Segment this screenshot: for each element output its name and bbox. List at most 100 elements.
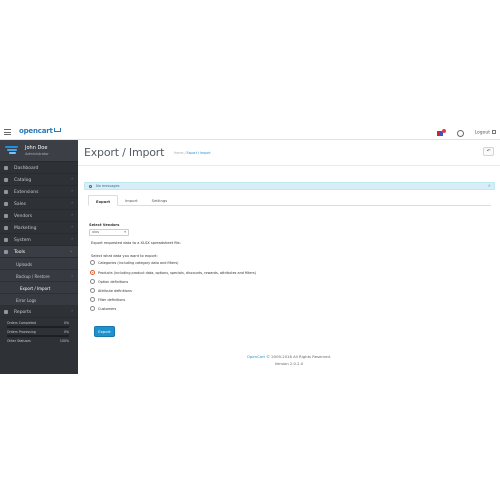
- cog-icon: [4, 238, 8, 242]
- order-stats: Orders Completed 0% Orders Processing 0% O…: [0, 318, 78, 348]
- sidebar-item-dashboard[interactable]: Dashboard: [0, 162, 78, 174]
- export-button[interactable]: Export: [94, 326, 115, 337]
- sidebar-item-label: Tools: [14, 249, 26, 255]
- tab-export[interactable]: Export: [88, 195, 119, 206]
- chevron-right-icon: ›: [71, 309, 73, 314]
- settings-gear-icon[interactable]: [456, 129, 464, 137]
- sidebar-subitem-label: Uploads: [16, 261, 33, 267]
- radio-label: Products (including product data, option…: [98, 270, 256, 275]
- radio-button[interactable]: [90, 288, 95, 293]
- sidebar-item-tools[interactable]: Tools ⌄: [0, 246, 78, 258]
- radio-label: Filter definitions: [98, 297, 126, 302]
- option-categories[interactable]: Categories (including category data and …: [90, 259, 178, 266]
- stat-progress-bar: [7, 326, 69, 328]
- radio-label: Option definitions: [98, 279, 129, 284]
- logout-icon: [492, 130, 496, 135]
- breadcrumb-home[interactable]: Home: [174, 151, 183, 155]
- chevron-right-icon: ›: [71, 225, 73, 230]
- sidebar-item-label: Sales: [14, 201, 26, 207]
- sidebar-item-sales[interactable]: Sales ›: [0, 198, 78, 210]
- option-option-definitions[interactable]: Option definitions: [90, 278, 128, 285]
- footer-copyright: OpenCart © 2009-2016 All Rights Reserved…: [78, 354, 500, 359]
- breadcrumb-separator: /: [184, 151, 186, 155]
- bar-chart-icon: [4, 310, 8, 314]
- sidebar-item-extensions[interactable]: Extensions ›: [0, 186, 78, 198]
- sidebar-subitem-error-logs[interactable]: Error Logs: [0, 294, 78, 306]
- chevron-down-icon: ⌄: [69, 249, 73, 254]
- radio-button[interactable]: [90, 260, 95, 265]
- tab-import[interactable]: Import: [118, 195, 145, 206]
- menu-toggle-icon[interactable]: [4, 129, 11, 135]
- stat-value: 0%: [63, 321, 69, 325]
- sidebar-item-reports[interactable]: Reports ›: [0, 306, 78, 318]
- chevron-right-icon: ›: [71, 177, 73, 182]
- tag-icon: [4, 178, 8, 182]
- breadcrumb: Home / Export / Import: [174, 151, 211, 155]
- tab-settings[interactable]: Settings: [145, 195, 175, 206]
- breadcrumb-current[interactable]: Export / Import: [187, 151, 211, 155]
- option-products[interactable]: Products (including product data, option…: [90, 269, 256, 276]
- stat-value: 100%: [59, 339, 69, 343]
- sidebar-item-system[interactable]: System ›: [0, 234, 78, 246]
- sidebar-subitem-uploads[interactable]: Uploads: [0, 258, 78, 270]
- radio-button[interactable]: [90, 279, 95, 284]
- user-name: John Doe: [25, 145, 48, 151]
- cart-icon: [4, 202, 8, 206]
- sidebar-item-label: Catalog: [14, 177, 32, 183]
- user-profile[interactable]: John Doe Administrator: [0, 140, 78, 162]
- radio-label: Attribute definitions: [98, 288, 132, 293]
- radio-label: Customers: [98, 306, 117, 311]
- sidebar-item-vendors[interactable]: Vendors ›: [0, 210, 78, 222]
- sidebar-subitem-backup-restore[interactable]: Backup / Restore ›: [0, 270, 78, 282]
- radio-label: Categories (including category data and …: [98, 260, 179, 265]
- page-title: Export / Import: [84, 146, 165, 159]
- sidebar-item-catalog[interactable]: Catalog ›: [0, 174, 78, 186]
- dashboard-icon: [4, 166, 8, 170]
- stat-other-statuses: Other Statuses 100%: [3, 339, 75, 348]
- vendor-select[interactable]: xlxs ▾: [89, 229, 129, 236]
- header-actions: Logout: [436, 128, 496, 138]
- sidebar-item-label: System: [14, 237, 31, 243]
- sidebar-subitem-label: Export / Import: [20, 285, 51, 291]
- stat-orders-completed: Orders Completed 0%: [3, 321, 75, 330]
- radio-button[interactable]: [90, 306, 95, 311]
- back-button[interactable]: ↶: [483, 147, 494, 156]
- stat-label: Orders Processing: [7, 330, 36, 334]
- logout-label: Logout: [474, 130, 490, 136]
- sidebar-item-label: Extensions: [14, 189, 39, 195]
- sidebar-subitem-label: Error Logs: [16, 297, 37, 303]
- avatar: [5, 146, 18, 155]
- sidebar-item-label: Reports: [14, 309, 32, 315]
- option-customers[interactable]: Customers: [90, 305, 116, 312]
- logout-link[interactable]: Logout: [475, 130, 496, 136]
- top-header: opencart Logout: [0, 126, 500, 140]
- radio-button[interactable]: [90, 297, 95, 302]
- copyright-text: © 2009-2016 All Rights Reserved.: [265, 354, 332, 359]
- reply-arrow-icon: ↶: [486, 149, 491, 154]
- puzzle-icon: [4, 190, 8, 194]
- sidebar-subitem-export-import[interactable]: Export / Import: [0, 282, 78, 294]
- select-vendors-label: Select Vendors: [89, 223, 120, 227]
- export-note: Export requested data to a XLSX spreadsh…: [91, 241, 181, 245]
- stat-value: 0%: [63, 330, 69, 334]
- info-alert: No messages ×: [84, 182, 495, 190]
- close-icon[interactable]: ×: [488, 183, 491, 188]
- chevron-right-icon: ›: [71, 201, 73, 206]
- stat-progress-bar: [7, 335, 69, 337]
- logo-text: opencart: [19, 127, 53, 135]
- info-circle-icon: [89, 184, 92, 188]
- radio-button-selected[interactable]: [90, 270, 95, 275]
- notifications-icon[interactable]: [436, 128, 446, 137]
- footer-version: Version 2.0.2.0: [274, 361, 304, 366]
- option-filter-definitions[interactable]: Filter definitions: [90, 296, 125, 303]
- page-header: Export / Import Home / Export / Import ↶: [78, 140, 500, 166]
- user-role: Administrator: [25, 152, 49, 156]
- option-attribute-definitions[interactable]: Attribute definitions: [90, 287, 132, 294]
- sidebar-item-marketing[interactable]: Marketing ›: [0, 222, 78, 234]
- opencart-link[interactable]: OpenCart: [247, 354, 265, 359]
- stat-orders-processing: Orders Processing 0%: [3, 330, 75, 339]
- sidebar-item-label: Dashboard: [14, 165, 39, 171]
- sidebar-subitem-label: Backup / Restore: [16, 273, 50, 279]
- opencart-logo[interactable]: opencart: [19, 127, 61, 135]
- alert-text: No messages: [96, 183, 120, 188]
